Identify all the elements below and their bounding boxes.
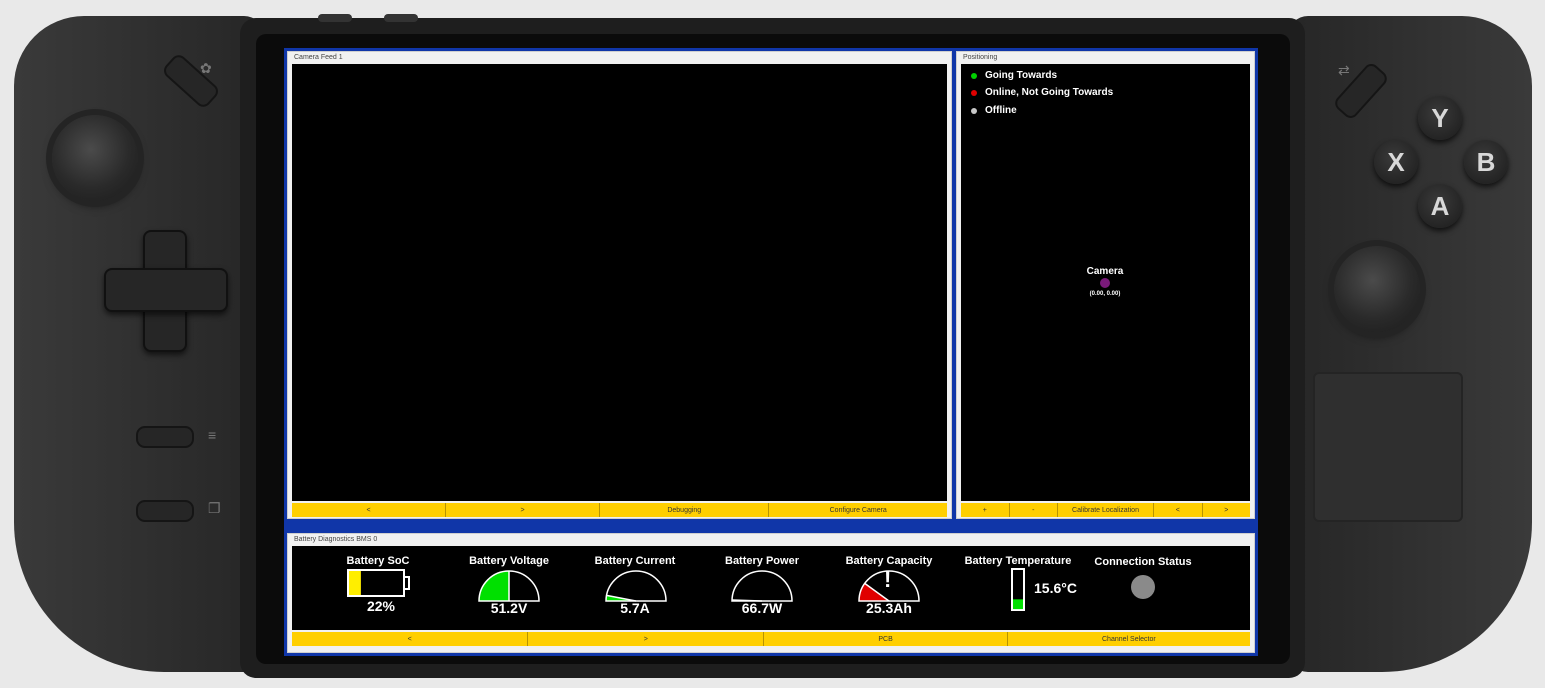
screen: Camera Feed 1 < > Debugging Configure Ca… (284, 48, 1258, 656)
temperature-value: 15.6°C (1034, 580, 1077, 596)
positioning-panel: Positioning Going Towards Online, Not Go… (956, 51, 1255, 519)
dpad-horizontal[interactable] (104, 268, 228, 312)
positioning-next-button[interactable]: > (1203, 503, 1251, 517)
legend-offline: Offline (971, 105, 1017, 116)
camera-prev-button[interactable]: < (292, 503, 447, 517)
right-joystick[interactable] (1334, 246, 1420, 332)
menu-button[interactable] (136, 426, 194, 448)
battery-button-bar: < > PCB Channel Selector (292, 632, 1250, 646)
soc-value: 22% (366, 598, 396, 614)
temperature-title: Battery Temperature (964, 555, 1072, 567)
view-icon: ❐ (208, 500, 221, 516)
camera-panel-title: Camera Feed 1 (294, 54, 343, 61)
calibrate-localization-button[interactable]: Calibrate Localization (1058, 503, 1154, 517)
view-button[interactable] (136, 500, 194, 522)
positioning-button-bar: + - Calibrate Localization < > (961, 503, 1250, 517)
debugging-button[interactable]: Debugging (600, 503, 770, 517)
current-value: 5.7A (620, 600, 650, 616)
channel-selector-button[interactable]: Channel Selector (1008, 632, 1250, 646)
battery-soc-icon (347, 569, 410, 597)
legend-online-not-going: Online, Not Going Towards (971, 87, 1113, 98)
positioning-prev-button[interactable]: < (1154, 503, 1203, 517)
b-button[interactable]: B (1464, 140, 1508, 184)
pcb-button[interactable]: PCB (764, 632, 1008, 646)
camera-marker[interactable] (1100, 278, 1110, 288)
battery-next-button[interactable]: > (528, 632, 765, 646)
swap-icon: ⇄ (1338, 62, 1350, 78)
battery-diagnostics-panel: Battery Diagnostics BMS 0 Battery SoC 22… (287, 533, 1255, 653)
camera-marker-label: Camera (1086, 266, 1124, 277)
battery-panel-title: Battery Diagnostics BMS 0 (294, 536, 378, 543)
left-grip (14, 16, 264, 672)
current-gauge (605, 570, 667, 602)
voltage-value: 51.2V (490, 600, 528, 616)
camera-next-button[interactable]: > (446, 503, 601, 517)
green-dot-icon (971, 72, 977, 79)
camera-feed-panel: Camera Feed 1 < > Debugging Configure Ca… (287, 51, 952, 519)
thermometer-icon (1011, 568, 1025, 611)
right-grip (1288, 16, 1532, 672)
positioning-map: Going Towards Online, Not Going Towards … (961, 64, 1250, 501)
soc-title: Battery SoC (346, 555, 410, 567)
battery-prev-button[interactable]: < (292, 632, 529, 646)
x-button[interactable]: X (1374, 140, 1418, 184)
a-button[interactable]: A (1418, 184, 1462, 228)
voltage-gauge (478, 570, 540, 602)
top-button-left[interactable] (318, 14, 352, 22)
warning-icon: ! (884, 567, 892, 592)
configure-camera-button[interactable]: Configure Camera (769, 503, 947, 517)
menu-icon: ≡ (208, 427, 217, 443)
capacity-value: 25.3Ah (866, 600, 912, 616)
gray-dot-icon (971, 107, 977, 114)
camera-feed-view (292, 64, 947, 501)
positioning-panel-title: Positioning (963, 54, 998, 61)
power-title: Battery Power (725, 555, 799, 567)
legend-going-towards: Going Towards (971, 70, 1057, 81)
settings-icon: ✿ (200, 60, 212, 76)
top-button-right[interactable] (384, 14, 418, 22)
capacity-title: Battery Capacity (845, 555, 933, 567)
red-dot-icon (971, 89, 977, 96)
zoom-in-button[interactable]: + (961, 503, 1010, 517)
zoom-out-button[interactable]: - (1010, 503, 1058, 517)
left-joystick[interactable] (52, 115, 138, 201)
current-title: Battery Current (594, 555, 676, 567)
gauge-outline (731, 570, 793, 602)
connection-title: Connection Status (1094, 556, 1192, 568)
voltage-title: Battery Voltage (469, 555, 549, 567)
camera-marker-coords: (0.00, 0.00) (1089, 291, 1121, 297)
power-value: 66.7W (741, 600, 783, 616)
battery-gauges-area: Battery SoC 22% Battery Voltage 51.2V Ba… (292, 546, 1250, 630)
connection-status-indicator (1131, 575, 1155, 599)
touchpad[interactable] (1313, 372, 1463, 522)
camera-button-bar: < > Debugging Configure Camera (292, 503, 947, 517)
y-button[interactable]: Y (1418, 96, 1462, 140)
power-gauge (731, 570, 793, 602)
